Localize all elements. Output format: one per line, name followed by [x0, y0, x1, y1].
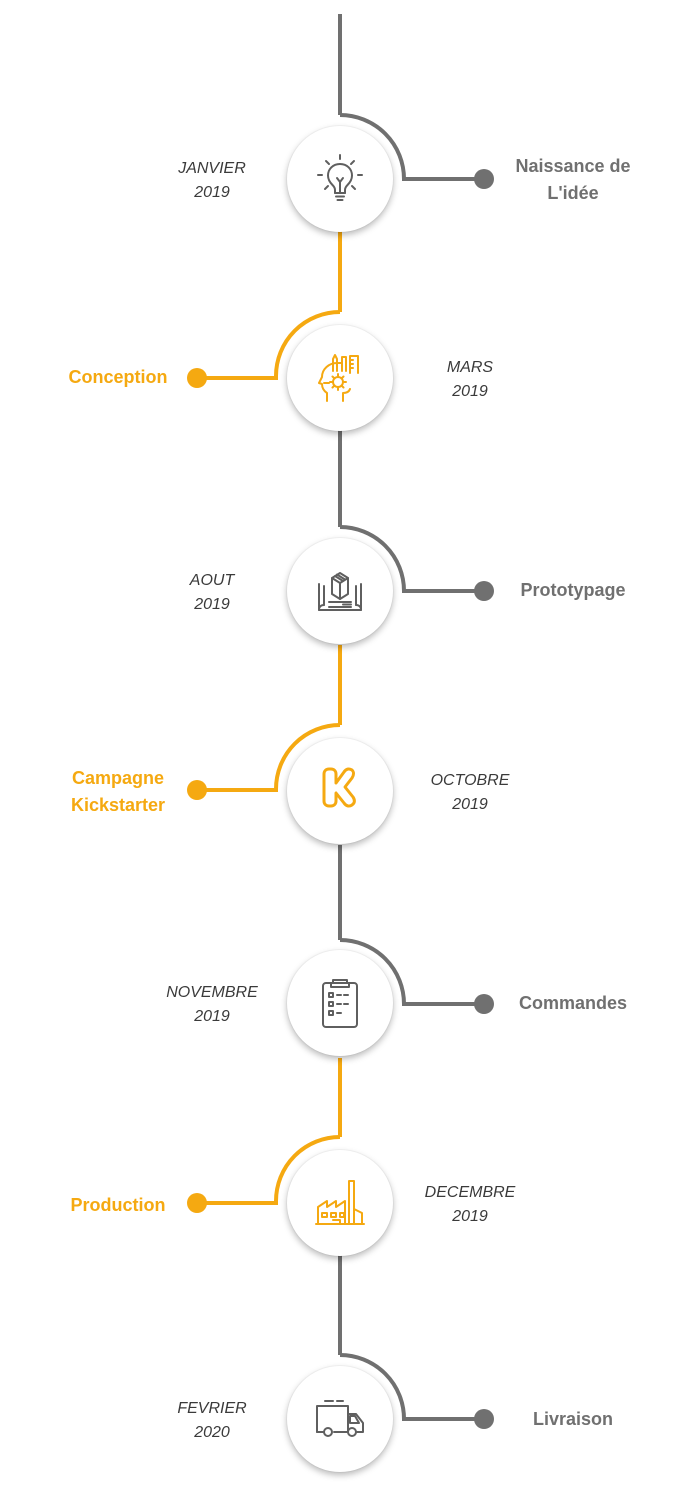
prototype-blueprint-icon	[318, 572, 362, 611]
milestone-date: OCTOBRE 2019	[410, 769, 530, 817]
date-month: FEVRIER	[177, 1400, 247, 1417]
label-line1: Conception	[68, 367, 168, 387]
delivery-truck-icon	[316, 1400, 364, 1437]
label-line2: L'idée	[547, 183, 599, 203]
label-line1: Livraison	[532, 1409, 614, 1429]
date-month: NOVEMBRE	[166, 984, 258, 1001]
date-month: MARS	[446, 359, 494, 376]
date-month: AOUT	[189, 572, 235, 589]
milestone-commandes: NOVEMBRE 2019 Commandes	[0, 943, 680, 1063]
milestone-node[interactable]	[287, 738, 393, 844]
date-month: OCTOBRE	[430, 772, 510, 789]
label-line1: Naissance de	[515, 156, 631, 176]
label-line1: Campagne	[71, 768, 165, 788]
milestone-node[interactable]	[287, 325, 393, 431]
milestone-label: Prototypage	[508, 577, 638, 604]
milestone-date: FEVRIER 2020	[152, 1397, 272, 1445]
label-line2: Kickstarter	[70, 795, 166, 815]
milestone-naissance: JANVIER 2019 Naissance de L'idée	[0, 119, 680, 239]
milestone-label: Conception	[48, 364, 188, 391]
milestone-prototypage: AOUT 2019 Prototypage	[0, 531, 680, 651]
milestone-date: DECEMBRE 2019	[410, 1181, 530, 1229]
milestone-node[interactable]	[287, 126, 393, 232]
label-line1: Commandes	[518, 993, 628, 1013]
label-line1: Production	[70, 1195, 166, 1215]
milestone-label: Commandes	[508, 990, 638, 1017]
milestone-conception: Conception MARS 2019	[0, 318, 680, 438]
milestone-node[interactable]	[287, 1366, 393, 1472]
date-year: 2019	[194, 596, 230, 613]
milestone-date: NOVEMBRE 2019	[152, 981, 272, 1029]
milestone-label: Livraison	[508, 1406, 638, 1433]
date-year: 2020	[194, 1424, 230, 1441]
milestone-node[interactable]	[287, 1150, 393, 1256]
milestone-production: Production DECEMBRE 2019	[0, 1143, 680, 1263]
milestone-label: Production	[48, 1192, 188, 1219]
date-year: 2019	[194, 1008, 230, 1025]
milestone-date: JANVIER 2019	[152, 157, 272, 205]
label-line1: Prototypage	[520, 580, 626, 600]
milestone-livraison: FEVRIER 2020 Livraison	[0, 1359, 680, 1479]
milestone-label: Campagne Kickstarter	[48, 765, 188, 819]
milestone-node[interactable]	[287, 950, 393, 1056]
milestone-date: AOUT 2019	[152, 569, 272, 617]
design-head-icon	[318, 354, 359, 402]
kickstarter-icon	[322, 767, 356, 808]
date-year: 2019	[194, 184, 230, 201]
date-year: 2019	[452, 383, 488, 400]
date-year: 2019	[452, 796, 488, 813]
milestone-date: MARS 2019	[410, 356, 530, 404]
date-year: 2019	[452, 1208, 488, 1225]
clipboard-icon	[322, 979, 358, 1028]
milestone-node[interactable]	[287, 538, 393, 644]
milestone-kickstarter: Campagne Kickstarter OCTOBRE 2019	[0, 731, 680, 851]
lightbulb-icon	[317, 154, 363, 201]
milestone-label: Naissance de L'idée	[508, 153, 638, 207]
date-month: DECEMBRE	[424, 1184, 516, 1201]
factory-icon	[315, 1180, 365, 1225]
date-month: JANVIER	[178, 160, 246, 177]
